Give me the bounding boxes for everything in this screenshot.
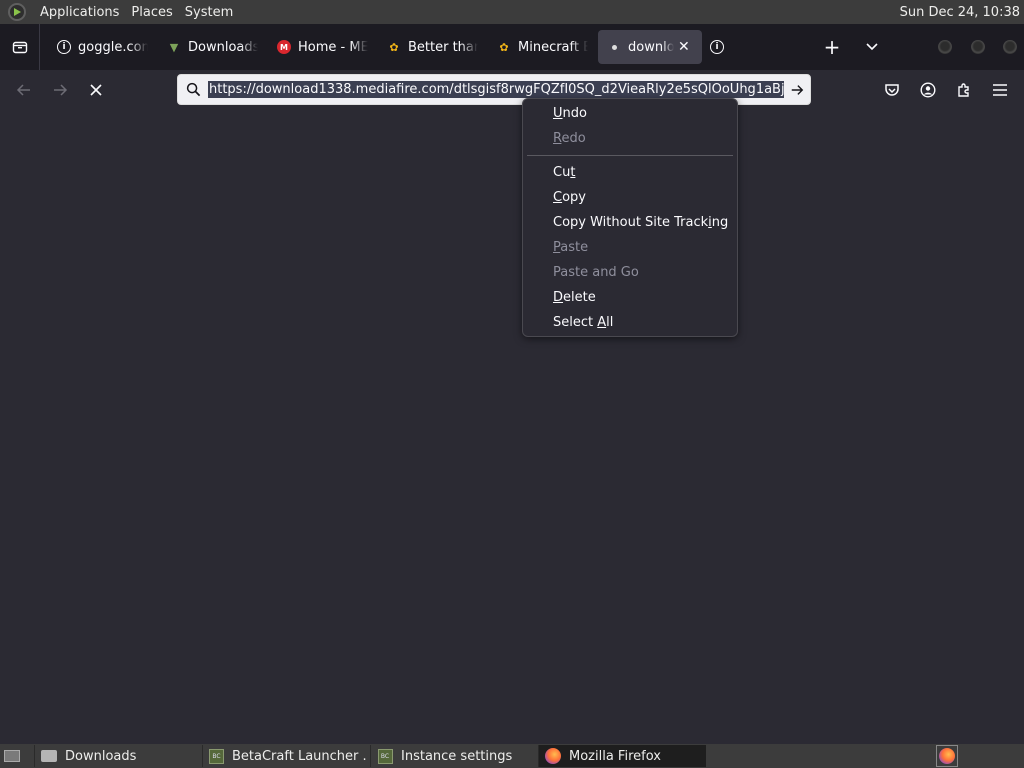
maximize-button[interactable]	[971, 40, 985, 54]
accesskey: U	[553, 106, 563, 121]
menu-system[interactable]: System	[179, 5, 239, 20]
back-button[interactable]	[10, 76, 38, 104]
tab-label: Home - MEGA	[298, 39, 368, 55]
url-input[interactable]: https://download1338.mediafire.com/dtlsg…	[208, 80, 784, 100]
menu-applications[interactable]: Applications	[34, 5, 125, 20]
firefox-view-button[interactable]	[0, 24, 40, 70]
tab-strip: i goggle.com ▼ Downloads M Home - MEGA ✿…	[0, 24, 1024, 70]
stop-button[interactable]	[82, 76, 110, 104]
extensions-button[interactable]	[950, 76, 978, 104]
tab-mega[interactable]: M Home - MEGA	[268, 30, 376, 64]
nav-bar: https://download1338.mediafire.com/dtlsg…	[0, 70, 1024, 110]
url-context-menu: Undo Redo Cut Copy Copy Without Site Tra…	[522, 98, 738, 337]
url-text: https://download1338.mediafire.com/dtlsg…	[208, 80, 784, 98]
firefox-icon	[545, 748, 561, 764]
task-label: Instance settings	[401, 748, 513, 764]
task-firefox[interactable]: Mozilla Firefox	[538, 745, 706, 767]
menu-item-copy[interactable]: Copy	[527, 185, 733, 210]
top-panel: Applications Places System Sun Dec 24, 1…	[0, 0, 1024, 24]
tab-label: Downloads	[188, 39, 258, 55]
tab-label: goggle.com	[78, 39, 148, 55]
forward-button[interactable]	[46, 76, 74, 104]
account-button[interactable]	[914, 76, 942, 104]
menu-item-delete[interactable]: Delete	[527, 285, 733, 310]
task-label: Downloads	[65, 748, 137, 764]
tab-better-than[interactable]: ✿ Better than	[378, 30, 486, 64]
tab-goggle[interactable]: i goggle.com	[48, 30, 156, 64]
account-icon	[920, 82, 936, 98]
flower-icon: ✿	[389, 40, 399, 54]
tray-firefox-launcher[interactable]	[936, 745, 958, 767]
tab-label: Better than	[408, 39, 478, 55]
menu-item-select-all[interactable]: Select All	[527, 310, 733, 335]
mega-icon: M	[276, 39, 292, 55]
bottom-taskbar: Downloads BC BetaCraft Launcher ... BC I…	[0, 744, 1024, 768]
accesskey: A	[597, 315, 607, 330]
task-betacraft-launcher[interactable]: BC BetaCraft Launcher ...	[202, 745, 368, 767]
accesskey: R	[553, 131, 562, 146]
firefox-icon	[939, 748, 955, 764]
minimize-button[interactable]	[938, 40, 952, 54]
task-instance-settings[interactable]: BC Instance settings	[370, 745, 536, 767]
menu-item-cut[interactable]: Cut	[527, 160, 733, 185]
pocket-button[interactable]	[878, 76, 906, 104]
betacraft-icon: BC	[377, 748, 393, 764]
task-downloads[interactable]: Downloads	[34, 745, 200, 767]
menu-separator	[527, 155, 733, 156]
tab-label: Minecraft B	[518, 39, 588, 55]
close-window-button[interactable]	[1003, 40, 1017, 54]
accesskey: D	[553, 290, 564, 305]
tab-close-icon[interactable]: ✕	[678, 39, 694, 55]
tab-download-active[interactable]: downloa ✕	[598, 30, 702, 64]
info-icon: i	[56, 39, 72, 55]
accesskey: t	[570, 165, 576, 180]
tab-info-button[interactable]: i	[703, 33, 731, 61]
folder-icon	[41, 748, 57, 764]
flower-icon: ✿	[499, 40, 509, 54]
new-tab-button[interactable]: +	[820, 30, 844, 64]
menu-places[interactable]: Places	[125, 5, 178, 20]
show-desktop-button[interactable]	[0, 744, 24, 768]
menu-item-paste: Paste	[553, 240, 589, 255]
tab-minecraft[interactable]: ✿ Minecraft B	[488, 30, 596, 64]
accesskey: i	[708, 215, 712, 230]
chevron-down-icon	[866, 43, 878, 51]
info-icon: i	[710, 40, 724, 54]
tab-label: downloa	[628, 39, 674, 55]
accesskey: C	[553, 190, 563, 205]
download-icon: ▼	[169, 40, 179, 54]
search-icon	[178, 82, 208, 97]
mint-logo-icon[interactable]	[8, 3, 26, 21]
arrow-right-icon	[54, 84, 68, 96]
stop-x-icon	[90, 84, 102, 96]
pocket-icon	[885, 84, 899, 96]
plus-icon: +	[823, 35, 841, 59]
list-all-tabs-button[interactable]	[862, 30, 882, 64]
loading-dot-icon	[606, 39, 622, 55]
arrow-left-icon	[16, 84, 30, 96]
desktop-icon	[4, 750, 20, 762]
task-label: BetaCraft Launcher ...	[232, 748, 368, 764]
betacraft-icon: BC	[209, 748, 224, 764]
page-content[interactable]	[0, 110, 1024, 744]
task-label: Mozilla Firefox	[569, 748, 661, 764]
menu-item-copy-without-tracking[interactable]: Copy Without Site Tracking	[527, 210, 733, 235]
app-menu-button[interactable]	[986, 76, 1014, 104]
hamburger-menu-icon	[993, 84, 1007, 96]
go-button[interactable]	[784, 83, 810, 97]
menu-item-undo[interactable]: Undo	[527, 101, 733, 126]
menu-item-paste-and-go: Paste and Go	[553, 265, 639, 280]
firefox-view-icon	[12, 41, 27, 54]
tab-downloads[interactable]: ▼ Downloads	[158, 30, 266, 64]
accesskey: P	[553, 240, 561, 255]
puzzle-icon	[958, 83, 969, 97]
clock[interactable]: Sun Dec 24, 10:38	[900, 5, 1024, 20]
menu-item-redo: Redo	[553, 131, 586, 146]
arrow-right-icon	[791, 84, 804, 95]
